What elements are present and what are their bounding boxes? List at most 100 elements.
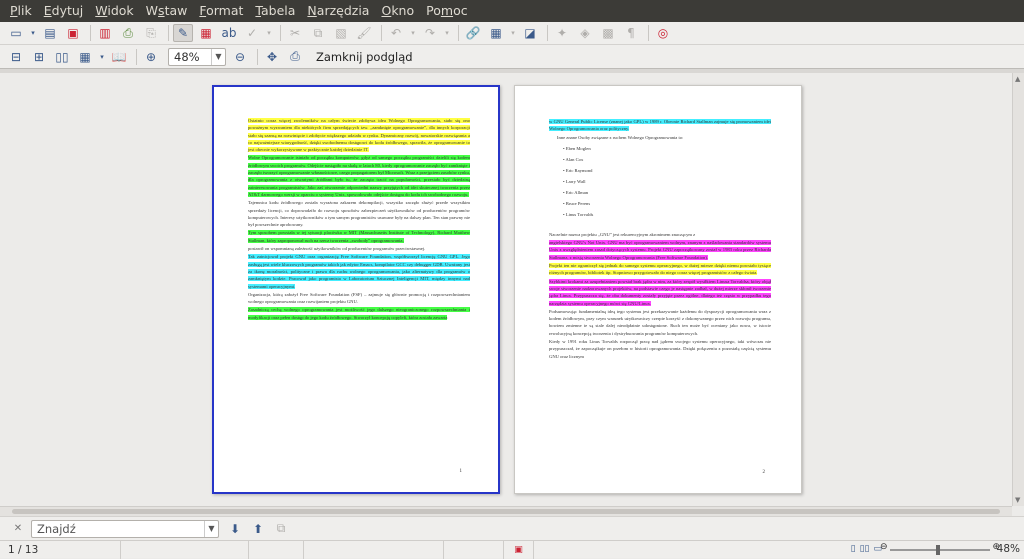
autospell-dropdown-icon[interactable]: ▾	[265, 24, 273, 42]
paragraph-4: Tym sposobem powstała w tej sytuacji pla…	[248, 230, 470, 243]
cut-icon[interactable]: ✂	[285, 24, 305, 42]
menu-narzędzia[interactable]: Narzędzia	[301, 0, 375, 22]
find-replace-icon[interactable]: ⧉	[271, 520, 291, 538]
zoom-percent: 48%	[996, 543, 1020, 555]
standard-toolbar: ▭ ▾ ▤ ▣ ▥ ⎙ ⎘ ✎ ▦ ab ✓ ▾ ✂ ⧉ ▧ 🖌 ↶ ▾ ↷ ▾…	[0, 22, 1024, 45]
paste-icon[interactable]: ▧	[331, 24, 351, 42]
new-document-icon[interactable]: ▭	[6, 24, 26, 42]
undo-dropdown-icon[interactable]: ▾	[409, 24, 417, 42]
preview-workspace: Ostatnio coraz więcej zwolenników na cał…	[0, 73, 1012, 506]
zoom-out-icon[interactable]: ⊖	[880, 542, 888, 552]
paragraph-5: postawił on wspomnianą zależność użytkow…	[248, 246, 426, 252]
print-preview-icon[interactable]: ⎙	[285, 48, 305, 66]
multiple-pages-icon[interactable]: ▦	[75, 48, 95, 66]
page-1-content: Ostatnio coraz więcej zwolenników na cał…	[248, 117, 470, 322]
scroll-thumb[interactable]	[12, 509, 1000, 514]
paragraph-8: Zasadniczą cechą wolnego oprogramowania …	[248, 307, 470, 320]
chevron-down-icon[interactable]: ▼	[211, 48, 225, 65]
export-pdf-icon[interactable]: ▥	[95, 24, 115, 42]
spellcheck-icon[interactable]: ab	[219, 24, 239, 42]
redo-dropdown-icon[interactable]: ▾	[443, 24, 451, 42]
page-counter[interactable]: 1 / 13	[0, 544, 120, 556]
chevron-down-icon[interactable]: ▼	[204, 520, 218, 537]
zoom-combobox[interactable]: 48% ▼	[168, 47, 226, 66]
list-heading: Inne znane Osoby związane z ruchem Wolne…	[557, 134, 684, 140]
list-item: • Eric Raymond	[563, 167, 593, 173]
open-icon[interactable]: ▤	[40, 24, 60, 42]
zoom-in-icon[interactable]: ⊕	[141, 48, 161, 66]
status-bar: 1 / 13 ▣ ▯ ▯▯ ▭ ⊖ ⊕ 48%	[0, 540, 1024, 559]
paragraph-6: Kiedy w 1991 roku Linus Torvalds rozpocz…	[549, 339, 771, 359]
page-2-content: w GNU General Public License (znanej jak…	[549, 118, 771, 361]
draw-functions-icon[interactable]: ◪	[520, 24, 540, 42]
close-find-icon[interactable]: ✕	[8, 520, 28, 538]
vertical-scrollbar[interactable]: ▲ ▼	[1012, 73, 1024, 506]
menu-tabela[interactable]: Tabela	[249, 0, 301, 22]
zoom-out-icon[interactable]: ⊖	[230, 48, 250, 66]
page-preview-toolbar: ⊟ ⊞ ▯▯ ▦ ▾ 📖 ⊕ 48% ▼ ⊖ ✥ ⎙ Zamknij podgl…	[0, 45, 1024, 69]
copy-icon[interactable]: ⧉	[308, 24, 328, 42]
table-dropdown-icon[interactable]: ▾	[509, 24, 517, 42]
page-number: 1	[459, 469, 463, 474]
close-preview-button[interactable]: Zamknij podgląd	[316, 50, 413, 64]
new-dropdown-icon[interactable]: ▾	[29, 24, 37, 42]
page-preview-icon[interactable]: ▦	[196, 24, 216, 42]
formatting-marks-icon[interactable]: ¶	[621, 24, 641, 42]
view-layout-group: ▯ ▯▯ ▭	[851, 544, 882, 554]
zoom-value: 48%	[174, 49, 200, 64]
table-icon[interactable]: ▦	[486, 24, 506, 42]
help-icon[interactable]: ◎	[653, 24, 673, 42]
menu-plik[interactable]: Plik	[4, 0, 38, 22]
document-modified-icon[interactable]: ▣	[514, 545, 523, 555]
menu-pomoc[interactable]: Pomoc	[420, 0, 473, 22]
previous-page-icon[interactable]: ⊟	[6, 48, 26, 66]
menu-format[interactable]: Format	[193, 0, 249, 22]
print-direct-icon[interactable]: ⎘	[141, 24, 161, 42]
preview-page-1[interactable]: Ostatnio coraz więcej zwolenników na cał…	[212, 85, 500, 494]
gallery-icon[interactable]: ◈	[575, 24, 595, 42]
print-icon[interactable]: ⎙	[118, 24, 138, 42]
next-page-icon[interactable]: ⊞	[29, 48, 49, 66]
single-page-view-icon[interactable]: ▯	[851, 544, 856, 554]
paragraph-4: Szybkimi krokami za uzupełnianiem powsta…	[549, 278, 771, 306]
find-previous-icon[interactable]: ⬆	[248, 520, 268, 538]
zoom-slider[interactable]: ⊖ ⊕	[880, 542, 1000, 555]
two-pages-icon[interactable]: ▯▯	[52, 48, 72, 66]
paragraph-intro: w GNU General Public License (znanej jak…	[549, 119, 771, 132]
menu-edytuj[interactable]: Edytuj	[38, 0, 90, 22]
edit-mode-icon[interactable]: ✎	[173, 24, 193, 42]
menu-widok[interactable]: Widok	[89, 0, 139, 22]
save-icon[interactable]: ▣	[63, 24, 83, 42]
paragraph-2: angielskiego GNU's Not Unix. GNU ma być …	[549, 240, 771, 260]
paragraph-1: Ostatnio coraz więcej zwolenników na cał…	[248, 118, 470, 153]
list-item: • Bruce Perens	[563, 200, 591, 206]
menu-bar: Plik Edytuj Widok Wstaw Format Tabela Narzędzi…	[0, 0, 1024, 22]
autospell-icon[interactable]: ✓	[242, 24, 262, 42]
multiple-pages-dropdown-icon[interactable]: ▾	[98, 48, 106, 66]
book-preview-icon[interactable]: 📖	[109, 48, 129, 66]
scroll-down-icon[interactable]: ▼	[1015, 496, 1020, 504]
paragraph-2: Wolne Oprogramowanie istniało od początk…	[248, 155, 470, 197]
list-item: • Linus Torvalds	[563, 211, 594, 217]
horizontal-scrollbar[interactable]	[0, 506, 1012, 516]
data-sources-icon[interactable]: ▩	[598, 24, 618, 42]
navigator-icon[interactable]: ✦	[552, 24, 572, 42]
menu-okno[interactable]: Okno	[375, 0, 420, 22]
search-input[interactable]: Znajdź ▼	[31, 519, 219, 538]
list-item: • Larry Wall	[563, 178, 586, 184]
hyperlink-icon[interactable]: 🔗	[463, 24, 483, 42]
menu-wstaw[interactable]: Wstaw	[140, 0, 194, 22]
preview-page-2[interactable]: w GNU General Public License (znanej jak…	[514, 85, 802, 494]
zoom-slider-knob[interactable]	[936, 545, 940, 555]
scroll-up-icon[interactable]: ▲	[1015, 75, 1020, 83]
full-screen-icon[interactable]: ✥	[262, 48, 282, 66]
list-item: • Alan Cox	[563, 156, 584, 162]
find-next-icon[interactable]: ⬇	[225, 520, 245, 538]
paragraph-3: Projekt ten nie ograniczył się jednak do…	[549, 263, 771, 276]
people-list: • Eben Moglen • Alan Cox • Eric Raymond • L…	[549, 143, 771, 220]
multi-page-view-icon[interactable]: ▯▯	[860, 544, 870, 554]
clone-formatting-icon[interactable]: 🖌	[354, 24, 374, 42]
undo-icon[interactable]: ↶	[386, 24, 406, 42]
paragraph-6: Tak zainicjował projekt GNU oraz organiz…	[248, 254, 470, 289]
redo-icon[interactable]: ↷	[420, 24, 440, 42]
